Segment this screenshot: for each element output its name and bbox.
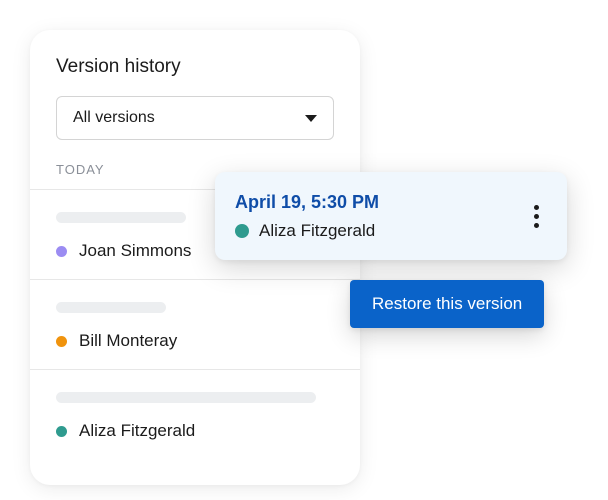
restore-version-button[interactable]: Restore this version <box>350 280 544 328</box>
author-name: Aliza Fitzgerald <box>79 421 195 441</box>
version-item[interactable]: Aliza Fitzgerald <box>30 369 360 459</box>
popover-timestamp: April 19, 5:30 PM <box>235 192 379 213</box>
author-name: Bill Monteray <box>79 331 177 351</box>
popover-author: Aliza Fitzgerald <box>259 221 375 241</box>
author-color-dot <box>56 336 67 347</box>
author-color-dot <box>56 246 67 257</box>
panel-title: Version history <box>30 56 360 96</box>
selected-version-popover: April 19, 5:30 PM Aliza Fitzgerald <box>215 172 567 260</box>
author-color-dot <box>56 426 67 437</box>
more-options-icon[interactable] <box>526 197 547 236</box>
versions-filter-dropdown[interactable]: All versions <box>56 96 334 140</box>
chevron-down-icon <box>305 115 317 122</box>
timestamp-placeholder <box>56 212 186 223</box>
timestamp-placeholder <box>56 302 166 313</box>
popover-author-row: Aliza Fitzgerald <box>235 221 379 241</box>
author-row: Bill Monteray <box>56 331 334 351</box>
author-color-dot <box>235 224 249 238</box>
author-row: Aliza Fitzgerald <box>56 421 334 441</box>
version-item[interactable]: Bill Monteray <box>30 279 360 369</box>
dropdown-label: All versions <box>73 109 155 127</box>
timestamp-placeholder <box>56 392 316 403</box>
author-name: Joan Simmons <box>79 241 191 261</box>
